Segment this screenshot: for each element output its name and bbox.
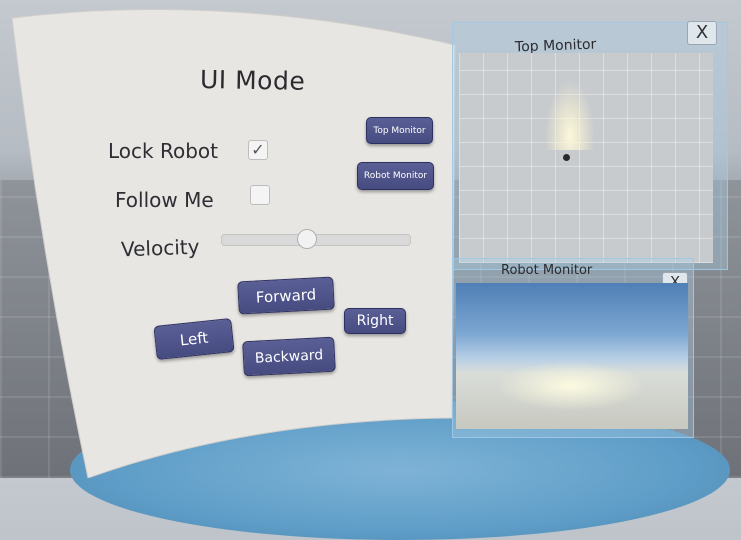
checkmark-icon: ✓ [251, 140, 265, 159]
backward-button[interactable]: Backward [242, 336, 336, 377]
robot-monitor-title: Robot Monitor [501, 263, 593, 278]
robot-monitor-button[interactable]: Robot Monitor [357, 162, 434, 190]
top-monitor-close-button[interactable]: X [687, 21, 717, 45]
robot-camera-view [456, 283, 688, 429]
follow-me-label: Follow Me [115, 188, 214, 212]
velocity-label: Velocity [120, 234, 200, 262]
lock-robot-label: Lock Robot [108, 139, 218, 163]
right-button[interactable]: Right [344, 308, 406, 334]
lock-robot-checkbox[interactable]: ✓ [248, 140, 268, 160]
spotlight-glow [545, 80, 595, 150]
horizon-glow [496, 361, 646, 411]
robot-marker-icon [563, 154, 570, 161]
velocity-slider-handle[interactable] [296, 229, 317, 249]
top-monitor-button[interactable]: Top Monitor [366, 117, 433, 144]
follow-me-checkbox[interactable] [250, 185, 270, 205]
panel-title: UI Mode [199, 64, 306, 96]
forward-button[interactable]: Forward [237, 276, 335, 315]
